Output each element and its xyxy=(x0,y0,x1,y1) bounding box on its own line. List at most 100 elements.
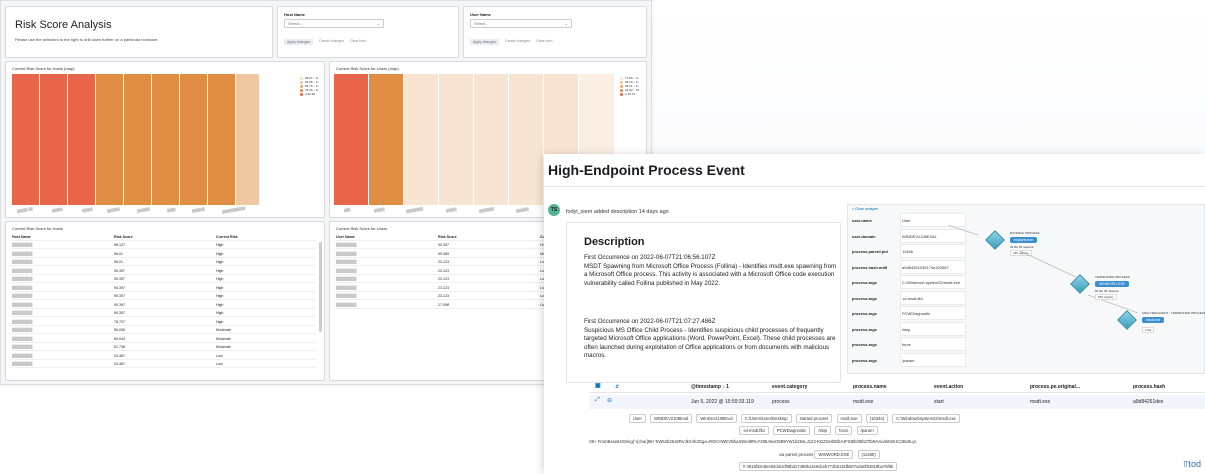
cell-name: ████████ xyxy=(12,294,33,298)
chip[interactable]: WinDev2108Eval xyxy=(696,414,737,423)
cell-name: ████████ xyxy=(336,277,357,281)
table-row[interactable]: ████████ 90.397 High xyxy=(10,276,316,283)
hash-chip[interactable]: # 4816f33c8ee52d4cef08bd17489b12e6dceb77… xyxy=(739,462,898,471)
column-header[interactable]: Host Name xyxy=(12,235,31,239)
user-bar[interactable] xyxy=(404,74,438,205)
table-row[interactable]: ████████ 90.397 High xyxy=(10,268,316,275)
column-header[interactable]: process.name xyxy=(853,384,887,390)
host-bar[interactable] xyxy=(152,74,179,205)
column-header[interactable]: User Name xyxy=(336,235,355,239)
table-icon[interactable]: ▣ xyxy=(595,382,601,389)
user-clear-button[interactable]: Clear form xyxy=(536,39,552,45)
chip[interactable]: PCWDiagnostic xyxy=(772,426,811,435)
divider xyxy=(544,186,1205,187)
chip[interactable]: -id-msdt.flid xyxy=(739,426,769,435)
user-bar[interactable] xyxy=(369,74,403,205)
cell-name: ████████ xyxy=(12,336,33,341)
table-row[interactable]: ████████ 96.01 High xyxy=(10,251,316,258)
node-kind: ANALYZED EVENT - TERMINATED PROCESS xyxy=(1142,311,1205,315)
host-bar[interactable] xyxy=(12,74,39,205)
user-bar[interactable] xyxy=(509,74,543,205)
legend-item[interactable]: ≥ 43.73 xyxy=(620,92,642,96)
chip[interactable]: (10344) xyxy=(865,414,889,423)
cell-name: ████████ xyxy=(12,362,33,366)
node-name[interactable]: msdt.exe xyxy=(1142,317,1165,323)
column-header[interactable]: Current Risk xyxy=(216,235,238,239)
table-row[interactable]: ████████ 69.044 Moderate xyxy=(10,336,316,343)
event-summary-row-4: via parent process WINWORD.EXE (11460) xyxy=(779,450,1205,459)
chip[interactable]: C:\Windows\system32\msdt.exe xyxy=(892,414,960,423)
legend-item[interactable]: ≥ 92.38 xyxy=(300,92,320,96)
hosts-x-labels: █████ ██ █████ █████ ██████ ██████ ████ … xyxy=(16,205,246,215)
host-bar[interactable] xyxy=(124,74,151,205)
title-panel: Risk Score Analysis Please use the selec… xyxy=(5,6,273,58)
user-apply-button[interactable]: Apply changes xyxy=(470,39,499,45)
host-bar[interactable] xyxy=(68,74,95,205)
cell-current-risk: High xyxy=(216,277,224,281)
node-count[interactable]: 525 registry xyxy=(1095,294,1117,300)
user-bar[interactable] xyxy=(439,74,473,205)
event-case-view: High-Endpoint Process Event TS fodyi_sie… xyxy=(544,154,1205,474)
chip[interactable]: msdt.exe xyxy=(836,414,862,423)
cell-current-risk: High xyxy=(216,311,224,315)
user-cancel-button[interactable]: Cancel changes xyxy=(505,39,530,45)
user-bar[interactable] xyxy=(474,74,508,205)
table-row[interactable]: ████████ 78.707 High xyxy=(10,319,316,326)
host-name-select[interactable]: Select... ⌄ xyxy=(284,19,384,28)
column-header[interactable]: Risk Score xyxy=(114,235,133,239)
table-header: Host Name Risk Score Current Risk xyxy=(10,234,316,241)
cell-risk-score: 90.397 xyxy=(114,285,125,290)
host-apply-button[interactable]: Apply changes xyxy=(284,39,313,45)
chip[interactable]: C:\Users\User\Desktop xyxy=(740,414,792,423)
node-count[interactable]: 1 file xyxy=(1142,327,1155,333)
table-row[interactable]: ████████ 51.738 Moderate xyxy=(10,344,316,351)
table-row[interactable]: ████████ 24.467 Low xyxy=(10,353,316,360)
chip[interactable]: User xyxy=(629,414,646,423)
host-bar[interactable] xyxy=(208,74,235,205)
cell-current-risk: Low xyxy=(216,353,223,358)
table-row[interactable]: ████████ 96.01 High xyxy=(10,259,316,266)
host-cancel-button[interactable]: Cancel changes xyxy=(319,39,344,45)
table-row[interactable]: ████████ 98.127 High xyxy=(10,242,316,249)
table-row[interactable]: ⤢ ⊖ Jun 5, 2022 @ 15:59:33.119 process m… xyxy=(589,395,1205,409)
host-clear-button[interactable]: Clear form xyxy=(350,39,366,45)
chip[interactable]: started process xyxy=(795,414,833,423)
host-bar[interactable] xyxy=(40,74,67,205)
chip[interactable]: /param xyxy=(856,426,878,435)
column-header[interactable]: event.category xyxy=(772,384,807,390)
table-row[interactable]: ████████ 56.036 Moderate xyxy=(10,327,316,334)
expand-icon[interactable]: ⤢ xyxy=(595,397,600,404)
column-header[interactable]: process.hash xyxy=(1133,384,1165,390)
circle-minus-icon[interactable]: ⊖ xyxy=(607,397,612,404)
cell-name: ████████ xyxy=(336,243,357,247)
chip[interactable]: WINDEV2108Eval xyxy=(650,414,693,423)
table-row[interactable]: ████████ 90.397 High xyxy=(10,285,316,292)
chip[interactable]: /skip xyxy=(814,426,831,435)
event-summary-row-2: -id-msdt.flid PCWDiagnostic /skip force … xyxy=(739,426,1205,435)
column-header[interactable]: process.pe.original... xyxy=(1030,384,1080,390)
user-bar[interactable] xyxy=(334,74,368,205)
scrollbar[interactable] xyxy=(319,242,322,332)
chip[interactable]: WINWORD.EXE xyxy=(814,450,854,459)
analyzer-edges xyxy=(947,224,1139,314)
table-row[interactable]: ████████ 90.397 High xyxy=(10,302,316,309)
table-row[interactable]: ████████ 90.397 High xyxy=(10,310,316,317)
node-name[interactable]: WINWORD.EXE xyxy=(1095,281,1129,287)
host-bar[interactable] xyxy=(96,74,123,205)
table-row[interactable]: ████████ 24.467 Low xyxy=(10,361,316,368)
event-summary-row-3: S8+ FromBase64String('+[char]58+'SW52b2t… xyxy=(589,439,1205,444)
host-bar[interactable] xyxy=(180,74,207,205)
cell-risk-score: 90.397 xyxy=(438,243,449,247)
user-name-select[interactable]: Select... ⌄ xyxy=(470,19,572,28)
sort-icon[interactable]: ⇵ xyxy=(615,384,619,390)
table-row[interactable]: ████████ 90.397 High xyxy=(10,293,316,300)
column-header[interactable]: event.action xyxy=(934,384,963,390)
chip[interactable]: force xyxy=(835,426,853,435)
cell-name: ████████ xyxy=(12,268,33,273)
cell-risk-score: 59.389 xyxy=(438,251,449,256)
host-bar[interactable] xyxy=(236,74,259,205)
chevron-down-icon: ⌄ xyxy=(376,21,380,26)
chip[interactable]: (11460) xyxy=(857,450,880,459)
column-header[interactable]: Risk Score xyxy=(438,235,457,239)
column-header[interactable]: @timestamp ↓ 1 xyxy=(691,384,729,390)
